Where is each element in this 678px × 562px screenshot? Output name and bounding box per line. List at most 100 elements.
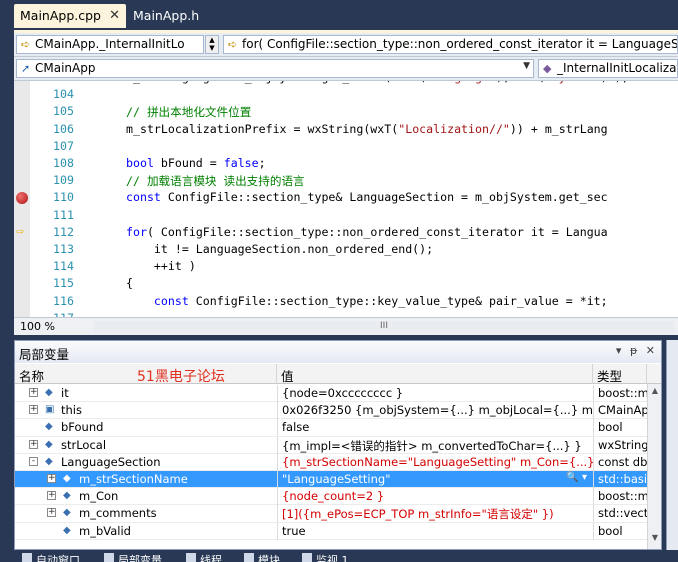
locals-row[interactable]: ◆ bFound false bool (15, 419, 647, 437)
variable-value-cell[interactable]: [1]({m_ePos=ECP_TOP m_strInfo="语言设定" }) (277, 505, 593, 523)
variable-name: this (61, 403, 82, 418)
variable-name-cell: + ◆ m_strSectionName (15, 471, 277, 488)
line-number: 113 (53, 242, 74, 256)
method-icon: ◆ (543, 62, 552, 75)
variable-type-cell: std::vect (593, 505, 647, 523)
close-icon[interactable]: ✕ (646, 344, 655, 357)
variable-name-cell: - ◆ LanguageSection (15, 454, 277, 471)
code-text: const ConfigFile::section_type& Language… (126, 190, 608, 205)
variable-value-cell[interactable]: true (277, 522, 593, 540)
locals-row[interactable]: + ◆ m_Con {node_count=2 } boost::m (15, 488, 647, 506)
variable-value-cell[interactable]: {m_impl=<错误的指针> m_convertedToChar={...} … (277, 436, 593, 454)
code-area[interactable]: 103 m_strLanguage = m_objSystem.get_value… (14, 81, 678, 317)
expand-icon[interactable]: + (29, 439, 38, 449)
code-line[interactable]: ⇨ 112 for( ConfigFile::section_type::non_o… (14, 223, 678, 242)
variable-value-cell[interactable]: false (277, 419, 593, 437)
code-text: m_strLanguage = m_objSystem.get_value( w… (126, 81, 629, 84)
variable-type-cell: const db (593, 453, 647, 471)
locals-row[interactable]: ◆ m_bValid true bool (15, 522, 647, 540)
column-header-type[interactable]: 类型 (593, 364, 647, 384)
locals-grid-header: 名称 51黑电子论坛 值 类型 (15, 364, 661, 385)
variable-icon: ◆ (45, 438, 53, 450)
expand-icon[interactable]: + (47, 474, 56, 483)
tab-label: MainApp.cpp (20, 8, 101, 23)
visualizer-icon[interactable]: 🔍 ▾ (566, 472, 587, 483)
window-icon (244, 553, 254, 562)
breakpoint-icon[interactable] (16, 192, 28, 205)
code-line[interactable]: 110 const ConfigFile::section_type& Langu… (14, 190, 678, 207)
zoom-level[interactable]: 100 % (20, 320, 55, 333)
locals-row[interactable]: + ◆ m_strSectionName "LanguageSetting" 🔍 ▾ st… (15, 471, 647, 489)
locals-row[interactable]: + ◆ it {node=0xcccccccc } boost::m (15, 385, 647, 403)
variable-value-cell[interactable]: {node_count=2 } (277, 488, 593, 506)
column-value-label: 值 (281, 369, 294, 384)
window-icon (186, 553, 196, 562)
code-text: for( ConfigFile::section_type::non_order… (126, 224, 608, 239)
expand-icon[interactable]: + (47, 508, 56, 518)
bottom-tab[interactable]: 线程 (186, 552, 222, 562)
scope-combo[interactable]: ➪ CMainApp._InternalInitLo (16, 35, 204, 54)
window-icon (302, 553, 312, 562)
locals-title-bar: 局部变量 ▾ ᵽ ✕ (15, 341, 661, 363)
code-line[interactable]: 113 it != LanguageSection.non_ordered_en… (14, 242, 678, 259)
bottom-tab[interactable]: 模块 (244, 552, 280, 562)
variable-name-cell: + ◆ m_comments (15, 505, 277, 522)
variable-name-cell: + ◆ it (15, 385, 277, 402)
code-text: m_strLocalizationPrefix = wxString(wxT("… (126, 121, 608, 136)
variable-name: bFound (61, 420, 104, 435)
variable-value-cell[interactable]: {m_strSectionName="LanguageSetting" m_Co… (277, 453, 593, 471)
code-line[interactable]: 109 // 加载语言模块 读出支持的语言 (14, 173, 678, 190)
expand-icon[interactable]: + (29, 388, 38, 397)
column-header-name[interactable]: 名称 51黑电子论坛 (15, 364, 277, 385)
line-number: 110 (53, 190, 74, 205)
instruction-pointer-icon: ⇨ (16, 223, 24, 239)
code-line[interactable]: 111 (14, 208, 678, 225)
member-combo[interactable]: ➪ for( ConfigFile::section_type::non_ord… (223, 35, 678, 54)
variable-icon: ◆ (63, 507, 71, 519)
code-line[interactable]: 116 const ConfigFile::section_type::key_… (14, 294, 678, 311)
variable-icon: ◆ (63, 473, 71, 484)
code-line[interactable]: 115 { (14, 276, 678, 293)
editor-status-bar: 100 % III (14, 317, 678, 335)
bottom-tab[interactable]: 自动窗口 (22, 552, 80, 562)
scroll-grip[interactable]: III (94, 321, 674, 333)
pin-icon[interactable]: ᵽ (630, 344, 637, 357)
function-combo[interactable]: ◆ _InternalInitLocalizatio (538, 59, 678, 78)
locals-row[interactable]: + ◆ m_comments [1]({m_ePos=ECP_TOP m_strInf… (15, 505, 647, 523)
chevron-down-icon[interactable]: ▼ (523, 61, 530, 71)
bottom-tab[interactable]: 监视 1 (302, 552, 349, 562)
scroll-down-icon[interactable]: ▼ (648, 533, 662, 547)
variable-name-cell: ◆ bFound (15, 419, 277, 436)
variable-value-cell[interactable]: 0x026f3250 {m_objSystem={...} m_objLocal… (277, 402, 593, 420)
tab-mainapp-h[interactable]: MainApp.h (127, 4, 207, 28)
line-number: 111 (53, 207, 74, 222)
scope-spinner[interactable]: ▲ ▼ (205, 35, 219, 54)
variable-value-cell[interactable]: "LanguageSetting" 🔍 ▾ (277, 471, 593, 488)
tab-mainapp-cpp[interactable]: MainApp.cpp ✕ (14, 4, 126, 28)
code-line[interactable]: 105 // 拼出本地化文件位置 (14, 104, 678, 121)
side-panel-edge[interactable] (666, 340, 678, 550)
locals-row[interactable]: - ◆ LanguageSection {m_strSectionName="Lang… (15, 453, 647, 471)
column-type-label: 类型 (597, 369, 623, 384)
function-combo-value: _InternalInitLocalizatio (557, 61, 677, 75)
code-line[interactable]: 107 (14, 139, 678, 156)
bottom-tab-label: 监视 1 (316, 554, 349, 562)
vertical-scrollbar[interactable]: ▲ ▼ (647, 384, 661, 549)
class-combo[interactable]: ➚ CMainApp ▼ (16, 59, 534, 78)
column-header-value[interactable]: 值 (277, 364, 593, 384)
close-icon[interactable]: ✕ (109, 8, 120, 23)
expand-icon[interactable]: + (29, 405, 38, 415)
code-line[interactable]: 114 ++it ) (14, 259, 678, 276)
dropdown-icon[interactable]: ▾ (616, 344, 622, 357)
expand-icon[interactable]: + (47, 491, 56, 501)
locals-row[interactable]: + ▣ this 0x026f3250 {m_objSystem={...} m_ob… (15, 402, 647, 420)
collapse-icon[interactable]: - (29, 456, 38, 466)
code-line[interactable]: 104 (14, 87, 678, 104)
code-line[interactable]: 106 m_strLocalizationPrefix = wxString(wx… (14, 122, 678, 139)
variable-value-cell[interactable]: {node=0xcccccccc } (277, 385, 593, 402)
scroll-up-icon[interactable]: ▲ (648, 386, 662, 400)
code-line[interactable]: 108 bool bFound = false; (14, 156, 678, 173)
locals-row[interactable]: + ◆ strLocal {m_impl=<错误的指针> m_convertedToC… (15, 436, 647, 454)
bottom-tab[interactable]: 局部变量 (104, 552, 162, 562)
horizontal-scrollbar[interactable]: III (94, 321, 674, 333)
